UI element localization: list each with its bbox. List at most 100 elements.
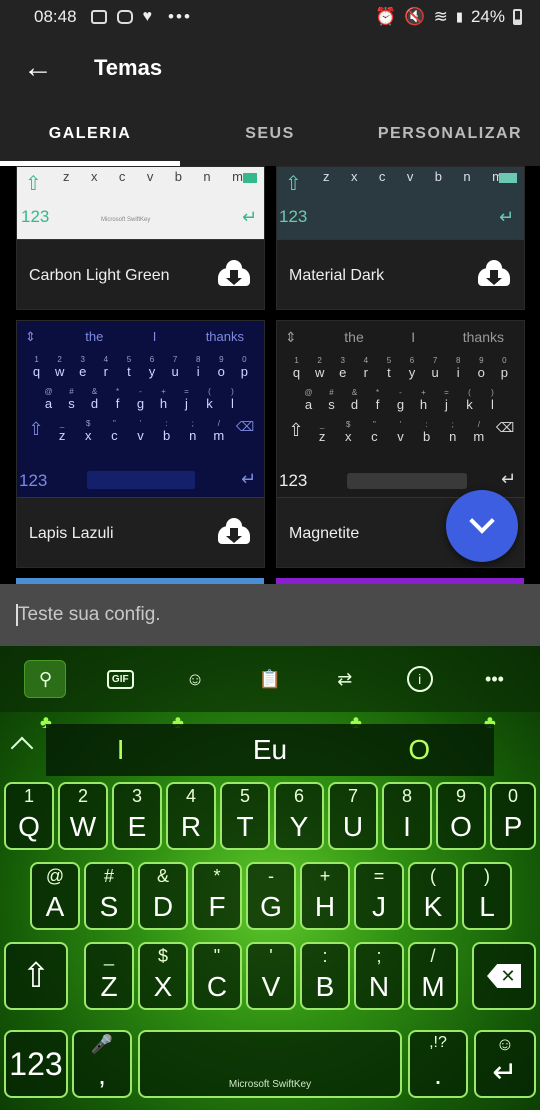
- chevron-down-icon: [469, 508, 495, 534]
- shift-icon: ⇧: [25, 173, 42, 195]
- key-d[interactable]: & D: [138, 862, 188, 930]
- preview-suggestions: ⇕ the Ithanks: [25, 329, 244, 344]
- info-icon: i: [406, 666, 433, 692]
- preview-row-1: 1q 2w 3e 4r 5t 6y 7u 8i 9o 0p: [32, 355, 248, 379]
- key-b[interactable]: :B: [300, 942, 350, 1010]
- numbers-key[interactable]: 123: [4, 1030, 68, 1098]
- collapse-icon[interactable]: [10, 736, 34, 760]
- backspace-key[interactable]: ✕: [472, 942, 536, 1010]
- key-u[interactable]: 7U: [328, 782, 378, 850]
- sticker-icon[interactable]: ☺: [174, 660, 216, 698]
- swiftkey-keyboard: ⚲ GIF ☺ 📋 ⇄ i ••• ♣ ♣ ♣ ♣ I Eu O 1Q 2W 3…: [0, 646, 540, 1110]
- translate-icon[interactable]: ⇄: [324, 660, 366, 698]
- theme-card-lapis-lazuli[interactable]: ⇕ the Ithanks 1q 2w 3e 4r 5t 6y 7u 8i 9o …: [16, 320, 265, 568]
- back-arrow-icon[interactable]: ←: [0, 34, 76, 102]
- gif-button[interactable]: GIF: [99, 660, 141, 698]
- key-e[interactable]: 3E: [112, 782, 162, 850]
- suggestion-center[interactable]: Eu: [195, 734, 344, 766]
- key-x[interactable]: $ X: [138, 942, 188, 1010]
- clipboard-icon[interactable]: 📋: [249, 660, 291, 698]
- theme-name: Carbon Light Green: [29, 266, 170, 284]
- keyboard-toolbar: ⚲ GIF ☺ 📋 ⇄ i •••: [0, 646, 540, 712]
- shift-icon: ⇧: [21, 957, 51, 995]
- alarm-icon: ⏰: [375, 7, 397, 26]
- info-button[interactable]: i: [399, 660, 441, 698]
- theme-card-carbon-light-green[interactable]: ⇧ zxcvbnm 123 Microsoft SwiftKey ↵ Carbo…: [16, 166, 265, 310]
- theme-preview: ⇕ the Ithanks 1q 2w 3e 4r 5t 6y 7u 8i 9o …: [17, 321, 264, 497]
- enter-icon: ↵: [501, 469, 517, 489]
- theme-preview: ⇕ the Ithanks 1q 2w 3e 4r 5t 6y 7u 8i 9o …: [277, 321, 524, 497]
- battery-percent: 24%: [470, 7, 505, 26]
- preview-num-key: 123: [279, 207, 308, 226]
- tab-seus[interactable]: SEUS: [180, 102, 360, 166]
- preview-row-3: ⇧ _ z $ x " c ' v :b ; n / m ⌫: [288, 420, 515, 444]
- period-key[interactable]: ,!? .: [408, 1030, 468, 1098]
- tab-bar: GALERIA SEUS PERSONALIZAR: [0, 102, 540, 166]
- battery-icon: [513, 9, 522, 25]
- key-g[interactable]: -G: [246, 862, 296, 930]
- shift-key[interactable]: ⇧: [4, 942, 68, 1010]
- tab-personalizar[interactable]: PERSONALIZAR: [360, 102, 540, 166]
- gif-icon: GIF: [106, 669, 134, 689]
- gallery-icon: [90, 10, 107, 24]
- key-z[interactable]: _ Z: [84, 942, 134, 1010]
- key-r[interactable]: 4R: [166, 782, 216, 850]
- cloud-download-icon[interactable]: [216, 517, 252, 546]
- microphone-icon: 🎤: [90, 1034, 114, 1054]
- status-time: 08:48: [34, 7, 77, 26]
- preview-row-1: 1q 2w 3e 4r 5t 6y 7u 8i 9o 0p: [292, 356, 508, 380]
- mute-icon: 🔇: [404, 7, 426, 26]
- emoji-icon: ☺: [495, 1034, 515, 1054]
- backspace-icon: [243, 173, 257, 183]
- suggestion-right[interactable]: O: [345, 734, 494, 766]
- key-f[interactable]: * F: [192, 862, 242, 930]
- enter-key[interactable]: ☺ ↵: [474, 1030, 536, 1098]
- key-l[interactable]: ) L: [462, 862, 512, 930]
- enter-icon: ↵: [241, 469, 257, 489]
- shift-icon: ⇧: [285, 173, 302, 195]
- app-bar: ← Temas: [0, 34, 540, 102]
- theme-card-material-dark[interactable]: ⇧ zxcvbnm 123 ↵ Material Dark: [276, 166, 525, 310]
- space-brand: Microsoft SwiftKey: [228, 1079, 312, 1090]
- key-p[interactable]: 0P: [490, 782, 536, 850]
- search-icon[interactable]: ⚲: [24, 660, 67, 698]
- backspace-icon: ✕: [487, 964, 521, 988]
- cloud-download-icon[interactable]: [476, 259, 512, 288]
- suggestion-bar: I Eu O: [46, 724, 494, 776]
- key-m[interactable]: / M: [408, 942, 458, 1010]
- preview-num-key: 123: [19, 471, 48, 490]
- enter-icon: ↵: [492, 1056, 518, 1089]
- backspace-icon: [499, 173, 517, 183]
- key-y[interactable]: 6Y: [274, 782, 324, 850]
- preview-row-zm: zxcvbnm: [323, 169, 503, 184]
- tab-galeria[interactable]: GALERIA: [0, 102, 180, 166]
- comma-key[interactable]: 🎤 ,: [72, 1030, 132, 1098]
- page-title: Temas: [94, 55, 163, 80]
- space-key[interactable]: Microsoft SwiftKey: [138, 1030, 402, 1098]
- key-v[interactable]: ' V: [246, 942, 296, 1010]
- key-a[interactable]: @ A: [30, 862, 80, 930]
- more-options-icon[interactable]: •••: [473, 660, 515, 698]
- key-j[interactable]: = J: [354, 862, 404, 930]
- theme-name: Lapis Lazuli: [29, 524, 114, 542]
- scroll-down-button[interactable]: [446, 490, 518, 562]
- cloud-download-icon[interactable]: [216, 259, 252, 288]
- key-s[interactable]: # S: [84, 862, 134, 930]
- preview-row-2: @ a # s & d * f -g + h = j (k ) l: [44, 387, 234, 411]
- status-bar: 08:48 ♥ ••• ⏰ 🔇 ≋ ▮ 24%: [0, 0, 540, 34]
- theme-name: Material Dark: [289, 266, 385, 284]
- preview-space: [347, 473, 467, 489]
- key-q[interactable]: 1Q: [4, 782, 54, 850]
- key-t[interactable]: 5T: [220, 782, 270, 850]
- key-n[interactable]: ; N: [354, 942, 404, 1010]
- more-notifications-icon: •••: [168, 7, 192, 26]
- key-k[interactable]: (K: [408, 862, 458, 930]
- key-o[interactable]: 9O: [436, 782, 486, 850]
- key-c[interactable]: " C: [192, 942, 242, 1010]
- test-config-input[interactable]: [16, 604, 540, 626]
- preview-row-zm: zxcvbnm: [63, 169, 243, 184]
- key-w[interactable]: 2W: [58, 782, 108, 850]
- key-i[interactable]: 8I: [382, 782, 432, 850]
- suggestion-left[interactable]: I: [46, 734, 195, 766]
- key-h[interactable]: + H: [300, 862, 350, 930]
